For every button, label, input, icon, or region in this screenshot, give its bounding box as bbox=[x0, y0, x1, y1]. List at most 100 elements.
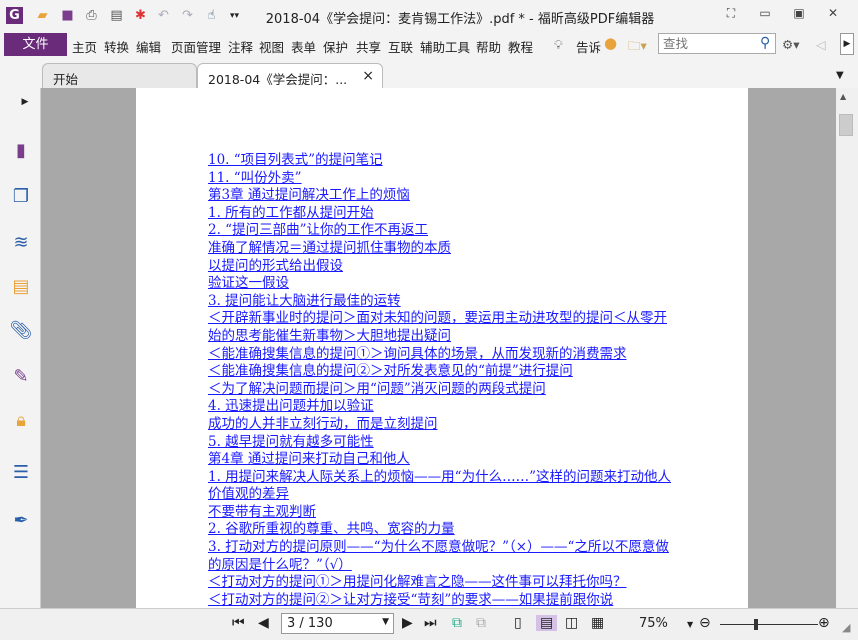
scroll-right-icon[interactable]: ▶ bbox=[840, 33, 854, 55]
first-page-button[interactable]: ⏮ bbox=[232, 615, 245, 631]
toc-link[interactable]: ＜能准确搜集信息的提问②＞对所发表意见的“前提”进行提问 bbox=[208, 363, 678, 381]
scroll-up-icon[interactable]: ▲ bbox=[840, 92, 846, 101]
toc-link[interactable]: 3. 打动对方的提问原则——“为什么不愿意做呢？”（×）——“之所以不愿意做的原… bbox=[208, 539, 678, 574]
toc-link[interactable]: 5. 越早提问就有越多可能性 bbox=[208, 434, 678, 452]
heart-icon[interactable]: ● bbox=[604, 34, 617, 52]
zoom-slider[interactable] bbox=[720, 619, 818, 630]
toc-list: 10. “项目列表式”的提问笔记 11. “叫份外卖” 第3章 通过提问解决工作上的… bbox=[208, 152, 678, 608]
close-button[interactable]: ✕ bbox=[823, 6, 843, 24]
tab-document[interactable]: 2018-04《学会提问：... × bbox=[197, 63, 383, 88]
sign-tool-icon[interactable]: ✒ bbox=[9, 508, 33, 532]
page-number: 3 / 130 bbox=[287, 616, 333, 631]
next-view-icon[interactable]: ⧉ bbox=[476, 615, 486, 631]
hand-tool-icon[interactable]: ☝ bbox=[203, 7, 220, 24]
menu-protect[interactable]: 保护 bbox=[323, 37, 348, 56]
tab-start[interactable]: 开始 bbox=[42, 63, 197, 88]
toc-link[interactable]: 4. 迅速提出问题并加以验证 bbox=[208, 398, 678, 416]
close-tab-icon[interactable]: × bbox=[362, 68, 374, 84]
toc-link[interactable]: 2. 谷歌所重视的尊重、共鸣、宽容的力量 bbox=[208, 521, 678, 539]
toc-link[interactable]: 以提问的形式给出假设 bbox=[208, 258, 678, 276]
toc-link[interactable]: ＜打动对方的提问②＞让对方接受“苛刻”的要求——如果提前跟你说 bbox=[208, 592, 678, 608]
save-icon[interactable]: ■ bbox=[59, 7, 76, 24]
minimize-button[interactable]: ▭ bbox=[755, 6, 775, 24]
vertical-scrollbar[interactable]: ▲ bbox=[836, 88, 858, 608]
menu-tutorial[interactable]: 教程 bbox=[508, 37, 533, 56]
menu-view[interactable]: 视图 bbox=[259, 37, 284, 56]
menu-form[interactable]: 表单 bbox=[291, 37, 316, 56]
form-fields-icon[interactable]: ☰ bbox=[9, 460, 33, 484]
search-icon[interactable]: ⚲ bbox=[760, 35, 770, 51]
toc-link[interactable]: 3. 提问能让大脑进行最佳的运转 bbox=[208, 293, 678, 311]
expand-panel-icon[interactable]: ▶ bbox=[20, 90, 30, 114]
toc-link[interactable]: ＜打动对方的提问①＞用提问化解难言之隐——这件事可以拜托你吗？ bbox=[208, 574, 678, 592]
toc-link[interactable]: 准确了解情况＝通过提问抓住事物的本质 bbox=[208, 240, 678, 258]
zoom-level[interactable]: 75% bbox=[639, 616, 668, 631]
ribbon-menu: 文件 主页 转换 编辑 页面管理 注释 视图 表单 保护 共享 互联 辅助工具 … bbox=[0, 31, 858, 58]
previous-page-button[interactable]: ◀ bbox=[258, 615, 269, 631]
menu-help[interactable]: 帮助 bbox=[476, 37, 501, 56]
menu-file[interactable]: 文件 bbox=[4, 33, 67, 56]
toc-link[interactable]: 第4章 通过提问来打动自己和他人 bbox=[208, 451, 678, 469]
toc-link[interactable]: ＜开辟新事业时的提问＞面对未知的问题，要运用主动进攻型的提问＜从零开始的思考能催… bbox=[208, 310, 678, 345]
undo-icon[interactable]: ↶ bbox=[155, 7, 172, 24]
continuous-facing-icon[interactable]: ▦ bbox=[591, 615, 604, 631]
comments-icon[interactable]: ▤ bbox=[9, 274, 33, 298]
menu-share[interactable]: 共享 bbox=[356, 37, 381, 56]
redo-icon[interactable]: ↷ bbox=[179, 7, 196, 24]
last-page-button[interactable]: ⏭ bbox=[424, 615, 437, 631]
toc-link[interactable]: 验证这一假设 bbox=[208, 275, 678, 293]
resize-grip-icon[interactable]: ◢ bbox=[842, 621, 850, 634]
toc-link[interactable]: 2. “提问三部曲”让你的工作不再返工 bbox=[208, 222, 678, 240]
toc-link[interactable]: 11. “叫份外卖” bbox=[208, 170, 678, 188]
print-icon[interactable]: ⎙ bbox=[83, 7, 100, 24]
menu-comment[interactable]: 注释 bbox=[228, 37, 253, 56]
menu-connect[interactable]: 互联 bbox=[388, 37, 413, 56]
find-folder-icon[interactable]: 🗀︎▾ bbox=[628, 37, 647, 58]
toc-link[interactable]: 第3章 通过提问解决工作上的烦恼 bbox=[208, 187, 678, 205]
facing-pages-icon[interactable]: ◫ bbox=[565, 615, 578, 631]
tab-bar: 开始 2018-04《学会提问：... × ▼ bbox=[0, 58, 858, 88]
signature-icon[interactable]: ✎ bbox=[9, 364, 33, 388]
scroll-thumb[interactable] bbox=[839, 114, 853, 136]
attachments-icon[interactable]: 📎︎ bbox=[9, 318, 33, 342]
zoom-in-button[interactable]: ⊕ bbox=[818, 615, 830, 631]
toc-link[interactable]: ＜能准确搜集信息的提问①＞询问具体的场景，从而发现新的消费需求 bbox=[208, 346, 678, 364]
toc-link[interactable]: 1. 所有的工作都从提问开始 bbox=[208, 205, 678, 223]
menu-page-manage[interactable]: 页面管理 bbox=[171, 37, 221, 56]
toc-link[interactable]: 成功的人并非立刻行动，而是立刻提问 bbox=[208, 416, 678, 434]
menu-home[interactable]: 主页 bbox=[72, 37, 97, 56]
lightbulb-icon[interactable]: 💡︎ bbox=[554, 37, 563, 53]
app-logo-icon[interactable]: G bbox=[6, 7, 23, 24]
zoom-slider-handle[interactable] bbox=[754, 619, 758, 630]
fullscreen-button[interactable]: ⛶ bbox=[721, 6, 741, 24]
new-icon[interactable]: ✱ bbox=[132, 7, 149, 24]
single-page-icon[interactable]: ▯ bbox=[514, 615, 522, 631]
gear-icon[interactable]: ⚙▾ bbox=[782, 37, 799, 52]
tab-list-dropdown-icon[interactable]: ▼ bbox=[836, 70, 844, 81]
menu-convert[interactable]: 转换 bbox=[104, 37, 129, 56]
document-viewport[interactable]: 10. “项目列表式”的提问笔记 11. “叫份外卖” 第3章 通过提问解决工作上的… bbox=[41, 88, 836, 608]
maximize-button[interactable]: ▣ bbox=[789, 6, 809, 24]
page-icon[interactable]: ▮ bbox=[9, 138, 33, 162]
toc-link[interactable]: 价值观的差异 bbox=[208, 486, 678, 504]
open-icon[interactable]: ▰ bbox=[34, 7, 51, 24]
layers-icon[interactable]: ≋ bbox=[9, 230, 33, 254]
properties-icon[interactable]: ▤ bbox=[108, 7, 125, 24]
zoom-out-button[interactable]: ⊖ bbox=[699, 615, 711, 631]
pages-thumbnail-icon[interactable]: ❐ bbox=[9, 184, 33, 208]
toc-link[interactable]: ＜为了解决问题而提问＞用“问题”消灭问题的两段式提问 bbox=[208, 381, 678, 399]
security-icon[interactable]: 🔒︎ bbox=[9, 408, 33, 432]
next-page-button[interactable]: ▶ bbox=[402, 615, 413, 631]
continuous-page-icon[interactable]: ▤ bbox=[536, 615, 558, 631]
toc-link[interactable]: 10. “项目列表式”的提问笔记 bbox=[208, 152, 678, 170]
previous-view-icon[interactable]: ⧉ bbox=[452, 615, 462, 631]
toc-link[interactable]: 1. 用提问来解决人际关系上的烦恼——用“为什么……”这样的问题来打动他人 bbox=[208, 469, 678, 487]
menu-accessibility[interactable]: 辅助工具 bbox=[420, 37, 470, 56]
toc-link[interactable]: 不要带有主观判断 bbox=[208, 504, 678, 522]
scroll-left-icon[interactable]: ◁ bbox=[816, 37, 826, 52]
search-input[interactable] bbox=[658, 33, 776, 54]
zoom-dropdown-icon[interactable]: ▼ bbox=[687, 620, 693, 629]
menu-edit[interactable]: 编辑 bbox=[136, 37, 161, 56]
tell-me[interactable]: 告诉 bbox=[576, 37, 601, 56]
page-number-input[interactable]: 3 / 130 ▼ bbox=[281, 613, 394, 634]
